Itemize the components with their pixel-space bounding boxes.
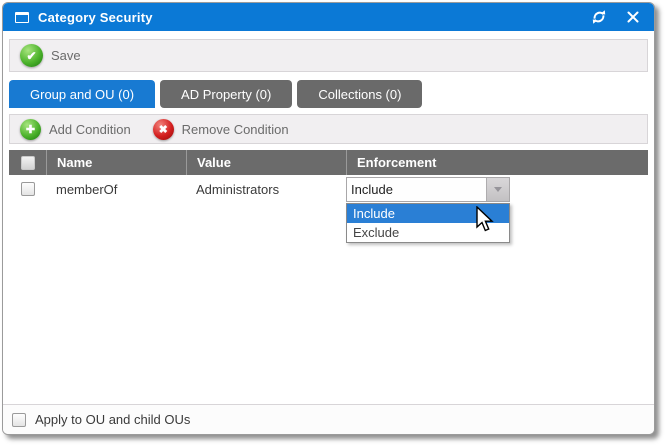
titlebar: Category Security: [3, 3, 654, 31]
tab-ad-property-label: AD Property (0): [181, 87, 271, 102]
save-button-label: Save: [51, 48, 81, 63]
conditions-toolbar: ✚ Add Condition ✖ Remove Condition: [9, 114, 648, 144]
refresh-icon[interactable]: [590, 8, 608, 26]
dropdown-option-include[interactable]: Include: [347, 204, 509, 223]
tab-collections-label: Collections (0): [318, 87, 401, 102]
tab-collections[interactable]: Collections (0): [297, 80, 422, 108]
tab-group-and-ou-label: Group and OU (0): [30, 87, 134, 102]
tab-strip: Group and OU (0) AD Property (0) Collect…: [9, 80, 648, 108]
category-security-dialog: Category Security ✔ Save: [2, 2, 655, 435]
dialog-footer: Apply to OU and child OUs: [3, 404, 654, 434]
apply-to-ou-checkbox[interactable]: [12, 413, 26, 427]
column-header-enforcement: Enforcement: [346, 150, 648, 175]
enforcement-dropdown-list: Include Exclude: [346, 203, 510, 243]
combobox-dropdown-arrow-icon[interactable]: [486, 178, 509, 201]
add-condition-label: Add Condition: [49, 122, 131, 137]
column-header-value: Value: [186, 150, 346, 175]
row-select-cell: [9, 175, 46, 203]
row-enforcement-cell: Include: [346, 175, 648, 203]
window-icon: [15, 12, 29, 23]
column-header-name: Name: [46, 150, 186, 175]
table-row[interactable]: memberOf Administrators Include: [9, 175, 648, 203]
apply-to-ou-label: Apply to OU and child OUs: [35, 412, 190, 427]
row-name-cell: memberOf: [46, 175, 186, 203]
tab-ad-property[interactable]: AD Property (0): [160, 80, 292, 108]
table-header-row: Name Value Enforcement: [9, 150, 648, 175]
row-checkbox[interactable]: [21, 182, 35, 196]
conditions-table: Name Value Enforcement memberOf Administ…: [9, 150, 648, 203]
tab-group-and-ou[interactable]: Group and OU (0): [9, 80, 155, 108]
save-toolbar: ✔ Save: [9, 39, 648, 72]
dialog-title: Category Security: [38, 10, 590, 25]
save-button[interactable]: ✔ Save: [20, 44, 81, 67]
add-plus-icon: ✚: [20, 119, 41, 140]
remove-condition-button[interactable]: ✖ Remove Condition: [153, 119, 289, 140]
close-icon[interactable]: [624, 8, 642, 26]
save-check-icon: ✔: [20, 44, 43, 67]
enforcement-combobox-value: Include: [347, 178, 486, 201]
header-select-cell: [9, 150, 46, 175]
dropdown-option-exclude[interactable]: Exclude: [347, 223, 509, 242]
enforcement-combobox[interactable]: Include: [346, 177, 510, 202]
select-all-checkbox[interactable]: [21, 156, 35, 170]
add-condition-button[interactable]: ✚ Add Condition: [20, 119, 131, 140]
remove-condition-label: Remove Condition: [182, 122, 289, 137]
row-value-cell: Administrators: [186, 175, 346, 203]
remove-x-icon: ✖: [153, 119, 174, 140]
